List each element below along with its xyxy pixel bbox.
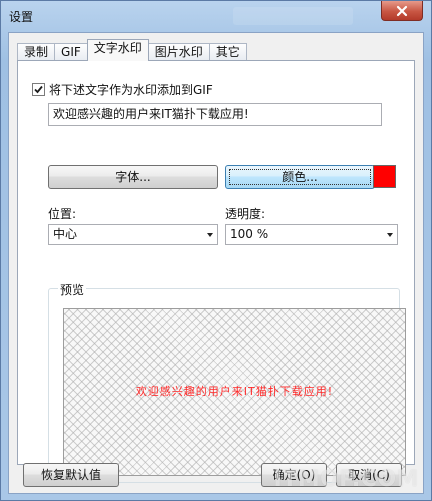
position-select[interactable]: 中心 [48,224,218,245]
opacity-select[interactable]: 100 % [225,224,398,245]
preview-label: 预览 [58,281,87,298]
color-button[interactable]: 颜色... [225,165,375,189]
restore-defaults-button[interactable]: 恢复默认值 [23,463,119,487]
window-title: 设置 [9,10,34,24]
tab-record[interactable]: 录制 [17,43,56,61]
tab-other[interactable]: 其它 [208,43,247,61]
color-swatch[interactable] [373,165,396,188]
font-button[interactable]: 字体... [48,165,218,189]
add-watermark-checkbox-row[interactable]: 将下述文字作为水印添加到GIF [32,81,213,98]
add-watermark-checkbox[interactable] [32,83,45,96]
watermark-text-input[interactable]: 欢迎感兴趣的用户来IT猫扑下载应用! [48,103,382,126]
opacity-label: 透明度: [225,207,266,221]
preview-watermark-text: 欢迎感兴趣的用户来IT猫扑下载应用! [135,385,334,398]
title-bar-background-artifact [233,7,353,25]
checkmark-icon [34,85,43,94]
text-watermark-panel: 将下述文字作为水印添加到GIF 欢迎感兴趣的用户来IT猫扑下载应用! 字体...… [17,60,415,483]
site-watermark: ITMOP.COM [273,467,419,492]
chevron-down-icon [207,233,213,237]
add-watermark-checkbox-label: 将下述文字作为水印添加到GIF [49,83,213,97]
close-button[interactable] [381,1,423,21]
tab-image-watermark[interactable]: 图片水印 [147,43,210,61]
position-select-value: 中心 [53,227,78,241]
close-icon [396,5,408,17]
tab-strip: 录制 GIF 文字水印 图片水印 其它 [17,39,247,61]
dialog-client-area: 录制 GIF 文字水印 图片水印 其它 将下述文字作为水印添加到GIF 欢迎感兴… [8,32,424,494]
preview-area: 欢迎感兴趣的用户来IT猫扑下载应用! [63,308,406,476]
opacity-select-value: 100 % [230,227,269,241]
title-bar[interactable]: 设置 [1,1,431,31]
tab-gif[interactable]: GIF [54,43,88,61]
settings-window: 设置 录制 GIF 文字水印 图片水印 其它 将下述文字作为水印添加到GIF 欢… [0,0,432,501]
tab-text-watermark[interactable]: 文字水印 [86,39,149,61]
chevron-down-icon [387,233,393,237]
position-label: 位置: [48,207,77,221]
